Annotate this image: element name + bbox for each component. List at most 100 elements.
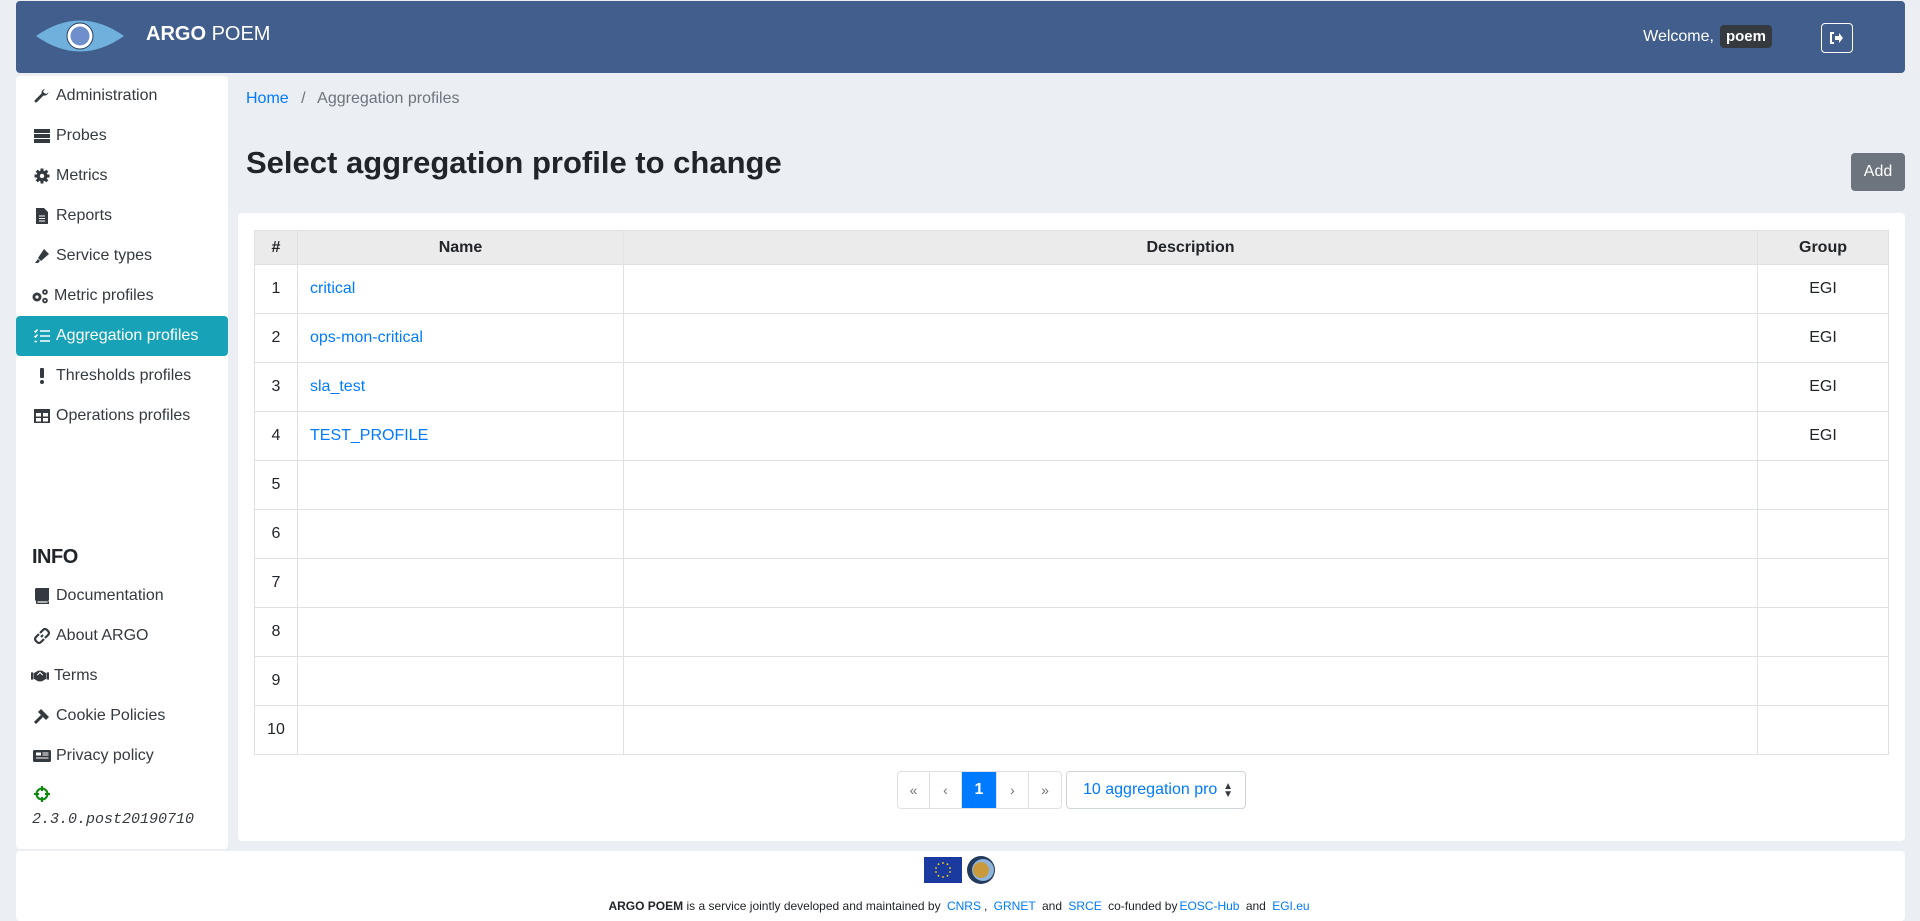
table-icon — [33, 408, 51, 424]
eu-flag-logo — [924, 857, 962, 883]
info-heading: INFO — [32, 546, 78, 568]
pagination-previous[interactable]: ‹ — [930, 772, 962, 808]
breadcrumb-current: Aggregation profiles — [317, 90, 460, 107]
profile-name-link[interactable]: ops-mon-critical — [310, 329, 423, 346]
column-header-group: Group — [1757, 230, 1889, 265]
sidebar-item-label: Reports — [56, 207, 113, 224]
row-number: 4 — [254, 411, 298, 461]
sidebar-item-probes[interactable]: Probes — [16, 116, 228, 156]
select-caret-icon: ▲ ▼ — [1223, 781, 1233, 800]
sidebar-item-about-argo[interactable]: About ARGO — [16, 616, 228, 656]
row-number: 8 — [254, 607, 298, 657]
profile-name-cell: TEST_PROFILE — [297, 411, 624, 461]
row-number: 5 — [254, 460, 298, 510]
column-header-description: Description — [623, 230, 1758, 265]
welcome-area: Welcome, poem — [1643, 25, 1772, 48]
wrench-icon — [33, 88, 51, 104]
brand-rest: POEM — [211, 23, 271, 45]
profile-name-link[interactable]: TEST_PROFILE — [310, 427, 428, 444]
footer-and-2: and — [1245, 899, 1266, 913]
pagination-last[interactable]: » — [1029, 772, 1061, 808]
row-number: 2 — [254, 313, 298, 363]
handshake-icon — [31, 668, 49, 684]
sidebar-item-cookie-policies[interactable]: Cookie Policies — [16, 696, 228, 736]
sidebar-item-aggregation-profiles[interactable]: Aggregation profiles — [16, 316, 228, 356]
pagination-next[interactable]: › — [997, 772, 1029, 808]
gavel-icon — [33, 708, 51, 724]
table-row: 4 TEST_PROFILE EGI — [254, 411, 1889, 461]
pagination-page-1[interactable]: 1 — [962, 772, 997, 808]
srce-link[interactable]: SRCE — [1068, 899, 1101, 913]
sidebar: Administration Probes Metrics Reports Se… — [16, 76, 228, 849]
profile-description-cell — [623, 656, 1758, 706]
grnet-link[interactable]: GRNET — [994, 899, 1036, 913]
profile-name-link[interactable]: sla_test — [310, 378, 365, 395]
table-row: 8 — [254, 607, 1889, 657]
sidebar-item-reports[interactable]: Reports — [16, 196, 228, 236]
file-icon — [33, 208, 51, 224]
sidebar-item-terms[interactable]: Terms — [16, 656, 228, 696]
aggregation-profiles-table: # Name Description Group 1 critical EGI 2 op… — [254, 230, 1889, 755]
profile-group-cell — [1757, 558, 1889, 608]
add-button[interactable]: Add — [1851, 153, 1905, 191]
sidebar-item-operations-profiles[interactable]: Operations profiles — [16, 396, 228, 436]
sidebar-item-label: Aggregation profiles — [56, 327, 199, 344]
profile-name-cell: ops-mon-critical — [297, 313, 624, 363]
sidebar-item-label: Metric profiles — [54, 287, 154, 304]
page-size-value: 10 aggregation pro — [1083, 781, 1218, 798]
sign-out-icon — [1830, 32, 1843, 44]
pagination-first[interactable]: « — [898, 772, 930, 808]
table-row: 9 — [254, 656, 1889, 706]
profile-group-cell — [1757, 460, 1889, 510]
page-size-select[interactable]: 10 aggregation pro ▲ ▼ — [1066, 771, 1246, 809]
profile-group-cell — [1757, 509, 1889, 559]
egi-link[interactable]: EGI.eu — [1272, 899, 1309, 913]
sidebar-item-service-types[interactable]: Service types — [16, 236, 228, 276]
profile-description-cell — [623, 705, 1758, 755]
profile-description-cell — [623, 460, 1758, 510]
newspaper-icon — [33, 748, 51, 764]
profile-group-cell — [1757, 607, 1889, 657]
table-row: 5 — [254, 460, 1889, 510]
welcome-text: Welcome, — [1643, 27, 1714, 45]
sidebar-item-administration[interactable]: Administration — [16, 76, 228, 116]
eosc-hub-link[interactable]: EOSC-Hub — [1179, 899, 1239, 913]
profile-description-cell — [623, 411, 1758, 461]
row-number: 7 — [254, 558, 298, 608]
column-header-number: # — [254, 230, 298, 265]
table-row: 3 sla_test EGI — [254, 362, 1889, 412]
profile-group-cell: EGI — [1757, 411, 1889, 461]
sidebar-item-label: Service types — [56, 247, 153, 264]
footer-text: ARGO POEM is a service jointly developed… — [16, 899, 1905, 913]
brand-title[interactable]: ARGO POEM — [146, 23, 270, 46]
book-icon — [33, 588, 51, 604]
sidebar-item-label: Administration — [56, 87, 158, 104]
breadcrumb: Home / Aggregation profiles — [246, 90, 459, 108]
profile-description-cell — [623, 313, 1758, 363]
profile-name-cell — [297, 705, 624, 755]
exclamation-icon — [33, 368, 51, 384]
sidebar-item-documentation[interactable]: Documentation — [16, 576, 228, 616]
cnrs-link[interactable]: CNRS — [947, 899, 981, 913]
sidebar-item-label: Terms — [54, 667, 98, 684]
profile-group-cell: EGI — [1757, 313, 1889, 363]
logout-button[interactable] — [1821, 23, 1853, 53]
sidebar-item-metric-profiles[interactable]: Metric profiles — [16, 276, 228, 316]
profile-description-cell — [623, 607, 1758, 657]
sidebar-item-label: Probes — [56, 127, 107, 144]
sidebar-item-privacy-policy[interactable]: Privacy policy — [16, 736, 228, 776]
profile-description-cell — [623, 362, 1758, 412]
sidebar-item-metrics[interactable]: Metrics — [16, 156, 228, 196]
breadcrumb-home-link[interactable]: Home — [246, 90, 289, 107]
footer-and-1: and — [1042, 899, 1063, 913]
sidebar-item-thresholds-profiles[interactable]: Thresholds profiles — [16, 356, 228, 396]
row-number: 9 — [254, 656, 298, 706]
table-header-row: # Name Description Group — [254, 230, 1889, 265]
sidebar-item-label: Privacy policy — [56, 747, 154, 764]
sidebar-item-label: About ARGO — [56, 627, 149, 644]
profile-name-link[interactable]: critical — [310, 280, 355, 297]
profile-group-cell: EGI — [1757, 264, 1889, 314]
sidebar-item-label: Metrics — [56, 167, 108, 184]
argo-logo — [36, 20, 124, 52]
table-row: 2 ops-mon-critical EGI — [254, 313, 1889, 363]
